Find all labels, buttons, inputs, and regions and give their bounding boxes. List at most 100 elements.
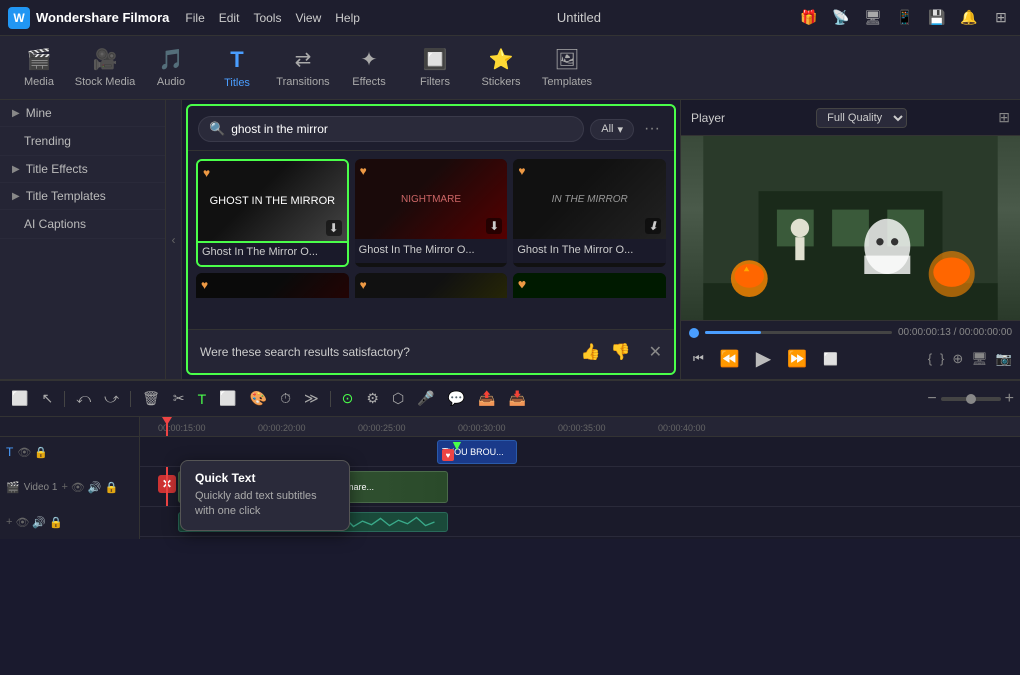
tl-snap-button[interactable]: ⊙: [337, 387, 359, 410]
tool-transitions[interactable]: ⇄ Transitions: [272, 40, 334, 96]
step-forward-button[interactable]: ⏩: [783, 347, 811, 371]
tl-more-button[interactable]: ≫: [299, 387, 324, 410]
video-track-speaker-icon[interactable]: 🔊: [88, 481, 102, 494]
gift-icon[interactable]: 🎁: [798, 7, 820, 29]
player-grid-icon[interactable]: ⊞: [998, 109, 1010, 126]
filters-icon: 🔲: [423, 47, 448, 72]
tool-stickers[interactable]: ⭐ Stickers: [470, 40, 532, 96]
zoom-in-button[interactable]: +: [1005, 390, 1014, 408]
audio-add-icon[interactable]: +: [6, 516, 12, 529]
menu-help[interactable]: Help: [335, 11, 360, 25]
tl-undo-button[interactable]: ⤺: [71, 387, 96, 410]
tl-voice-button[interactable]: 🎤: [412, 387, 439, 410]
result-item-5[interactable]: GHOST ♥ ⬇ Ghostly: [513, 273, 666, 298]
video-track-eye-icon[interactable]: 👁: [71, 481, 85, 494]
search-input[interactable]: [231, 122, 573, 136]
result-thumb-4: GHOST ♥ ⬇: [355, 273, 508, 298]
title-clip-you-brou[interactable]: T YOU BROU... ♥: [437, 440, 517, 464]
tl-redo-button[interactable]: ⤻: [99, 387, 124, 410]
tl-delete-button[interactable]: 🗑: [137, 387, 165, 410]
audio-track-speaker-icon[interactable]: 🔊: [32, 516, 46, 529]
tl-crop-button[interactable]: ⬜: [214, 387, 241, 410]
tl-color-button[interactable]: 🎨: [245, 387, 272, 410]
mark-in-button[interactable]: {: [928, 351, 932, 366]
play-button[interactable]: ▶: [752, 344, 775, 373]
filters-label: Filters: [420, 76, 450, 88]
menu-file[interactable]: File: [185, 11, 204, 25]
save-icon[interactable]: 💾: [926, 7, 948, 29]
tool-filters[interactable]: 🔲 Filters: [404, 40, 466, 96]
menu-tools[interactable]: Tools: [253, 11, 281, 25]
tl-speed-button[interactable]: ⏱: [275, 387, 296, 410]
thumbs-down-button[interactable]: 👎: [611, 342, 631, 362]
tool-stock-media[interactable]: 🎥 Stock Media: [74, 40, 136, 96]
sidebar-title-templates[interactable]: ▶ Title Templates: [0, 183, 165, 210]
split-button[interactable]: ⊕: [952, 351, 963, 367]
sidebar-trending[interactable]: Trending: [0, 127, 165, 156]
more-options-button[interactable]: ···: [640, 120, 664, 138]
bell-icon[interactable]: 🔔: [958, 7, 980, 29]
snapshot-button[interactable]: 📷: [996, 351, 1012, 367]
sidebar-mine[interactable]: ▶ Mine: [0, 100, 165, 127]
tool-titles[interactable]: T Titles: [206, 40, 268, 96]
step-back-button[interactable]: ⏪: [716, 347, 744, 371]
player-controls: 00:00:00:13 / 00:00:00:00 ⏮ ⏪ ▶ ⏩ ⬜ { } …: [681, 320, 1020, 379]
mark-out-button[interactable]: }: [940, 351, 944, 366]
sidebar-title-effects[interactable]: ▶ Title Effects: [0, 156, 165, 183]
tool-templates[interactable]: 🖼 Templates: [536, 40, 598, 96]
broadcast-icon[interactable]: 📡: [830, 7, 852, 29]
progress-track[interactable]: [705, 331, 892, 334]
zoom-out-button[interactable]: −: [927, 390, 936, 408]
square-stop-button[interactable]: ⬜: [819, 350, 842, 368]
menu-edit[interactable]: Edit: [219, 11, 240, 25]
video-track-lock-icon[interactable]: 🔒: [105, 481, 119, 494]
skip-back-button[interactable]: ⏮: [689, 349, 708, 368]
close-feedback-button[interactable]: ✕: [649, 342, 662, 362]
result-item-2[interactable]: IN THE MIRROR ♥ ⬇ Ghost In The Mirror O.…: [513, 159, 666, 267]
zoom-controls: − +: [927, 390, 1014, 408]
video-track-controls: 🎬 Video 1 + 👁 🔊 🔒: [0, 467, 140, 507]
sidebar-ai-captions[interactable]: AI Captions: [0, 210, 165, 239]
filter-button[interactable]: All ▾: [590, 119, 634, 140]
tool-effects[interactable]: ✦ Effects: [338, 40, 400, 96]
result-item-3[interactable]: A NIGHTMARE ♥ ⬇ Ghost In The Mirror O...: [196, 273, 349, 298]
result-item-0[interactable]: GHOST IN THE MIRROR ♥ ⬇ Ghost In The Mir…: [196, 159, 349, 267]
tl-caption-button[interactable]: 💬: [443, 387, 470, 410]
result-label-1: Ghost In The Mirror O...: [355, 239, 508, 263]
zoom-thumb: [966, 394, 976, 404]
result-heart-icon-2: ♥: [518, 164, 525, 178]
tl-cut-button[interactable]: ✂: [168, 387, 190, 410]
timeline-body: T 👁 🔒 🎬 Video 1 + 👁 🔊 🔒: [0, 417, 1020, 539]
tool-audio[interactable]: 🎵 Audio: [140, 40, 202, 96]
audio-track-lock-icon[interactable]: 🔒: [49, 516, 63, 529]
tl-marker-button[interactable]: ⬡: [387, 387, 409, 410]
ruler-label-2: 00:00:25:00: [358, 423, 406, 433]
video-track-add-icon[interactable]: +: [61, 481, 67, 494]
menu-view[interactable]: View: [295, 11, 321, 25]
stickers-icon: ⭐: [489, 47, 514, 72]
title-track-eye-icon[interactable]: 👁: [17, 446, 31, 459]
grid-apps-icon[interactable]: ⊞: [990, 7, 1012, 29]
tool-media[interactable]: 🎬 Media: [8, 40, 70, 96]
thumbs-up-button[interactable]: 👍: [581, 342, 601, 362]
title-effects-arrow: ▶: [12, 164, 20, 175]
mobile-icon[interactable]: 📱: [894, 7, 916, 29]
audio-track-eye-icon[interactable]: 👁: [15, 516, 29, 529]
player-label: Player: [691, 111, 725, 125]
tl-import-button[interactable]: 📥: [503, 387, 530, 410]
screen-button[interactable]: 🖥: [971, 351, 988, 367]
tl-settings-button[interactable]: ⚙: [361, 387, 384, 410]
zoom-slider[interactable]: [941, 397, 1001, 401]
tl-export-button[interactable]: 📤: [473, 387, 500, 410]
tl-text-button[interactable]: T: [193, 388, 212, 410]
tl-select-tool[interactable]: ⬜: [6, 387, 33, 410]
audio-label: Audio: [157, 76, 185, 88]
collapse-handle[interactable]: ‹: [166, 100, 182, 379]
result-item-4[interactable]: GHOST ♥ ⬇ Ghost In The Mirror O...: [355, 273, 508, 298]
quality-select[interactable]: Full Quality Half Quality: [816, 108, 907, 128]
result-item-1[interactable]: NIGHTMARE ♥ ⬇ Ghost In The Mirror O...: [355, 159, 508, 267]
title-track-lock-icon[interactable]: 🔒: [34, 446, 48, 459]
monitor-icon[interactable]: 🖥: [862, 7, 884, 29]
media-label: Media: [24, 76, 54, 88]
tl-razor-tool[interactable]: ↖: [36, 387, 58, 410]
